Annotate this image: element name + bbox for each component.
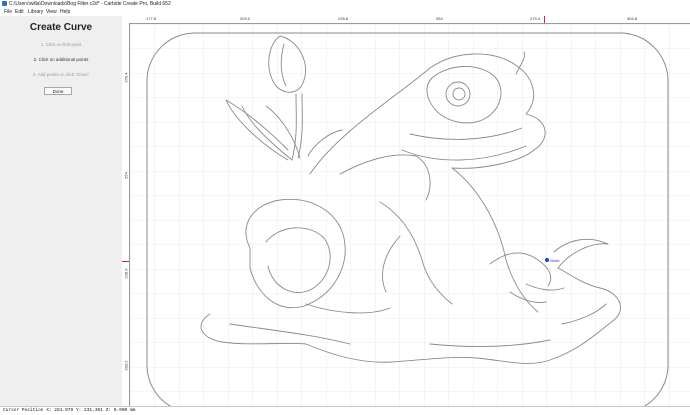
- ruler-label: 254: [123, 172, 129, 179]
- ruler-label: 254: [436, 16, 443, 21]
- create-curve-panel: Create Curve 1. Click on first point 2. …: [0, 16, 123, 406]
- step-3-text: 3. Add points or click "Done": [32, 72, 90, 77]
- menu-bar: File Edit Library View Help: [0, 8, 690, 16]
- node-label: Node: [550, 258, 560, 263]
- horizontal-ruler: 177.8 203.2 228.6 254 279.4 304.8: [122, 16, 690, 24]
- menu-help[interactable]: Help: [60, 8, 70, 16]
- menu-library[interactable]: Library: [28, 8, 43, 16]
- vertical-ruler: 279.4 254 228.6 203.2: [122, 23, 130, 406]
- node-point[interactable]: [545, 258, 549, 262]
- ruler-label: 203.2: [240, 16, 251, 21]
- ruler-label: 279.4: [123, 72, 129, 83]
- ruler-label: 228.6: [338, 16, 349, 21]
- design-canvas[interactable]: Node: [130, 24, 690, 406]
- cursor-marker-x: [544, 16, 545, 23]
- menu-file[interactable]: File: [4, 8, 12, 16]
- step-1-text: 1. Click on first point: [40, 42, 82, 47]
- ruler-label: 304.8: [627, 16, 638, 21]
- done-button[interactable]: Done: [44, 87, 72, 95]
- panel-title: Create Curve: [29, 22, 93, 33]
- ruler-label: 203.2: [123, 360, 129, 371]
- menu-view[interactable]: View: [46, 8, 57, 16]
- menu-edit[interactable]: Edit: [15, 8, 24, 16]
- ruler-label: 279.4: [530, 16, 541, 21]
- title-bar: C:\Users\willa\Downloads\Bog Filter.c2d*…: [0, 0, 690, 8]
- grid: [130, 24, 690, 406]
- ruler-label: 228.6: [123, 268, 129, 279]
- window-title: C:\Users\willa\Downloads\Bog Filter.c2d*…: [9, 1, 171, 7]
- app-icon: [2, 1, 7, 6]
- ruler-label: 177.8: [146, 16, 157, 21]
- step-2-text: 2. Click on additional points: [33, 57, 89, 62]
- cursor-marker-y: [122, 261, 129, 262]
- drawing-svg: [130, 24, 690, 406]
